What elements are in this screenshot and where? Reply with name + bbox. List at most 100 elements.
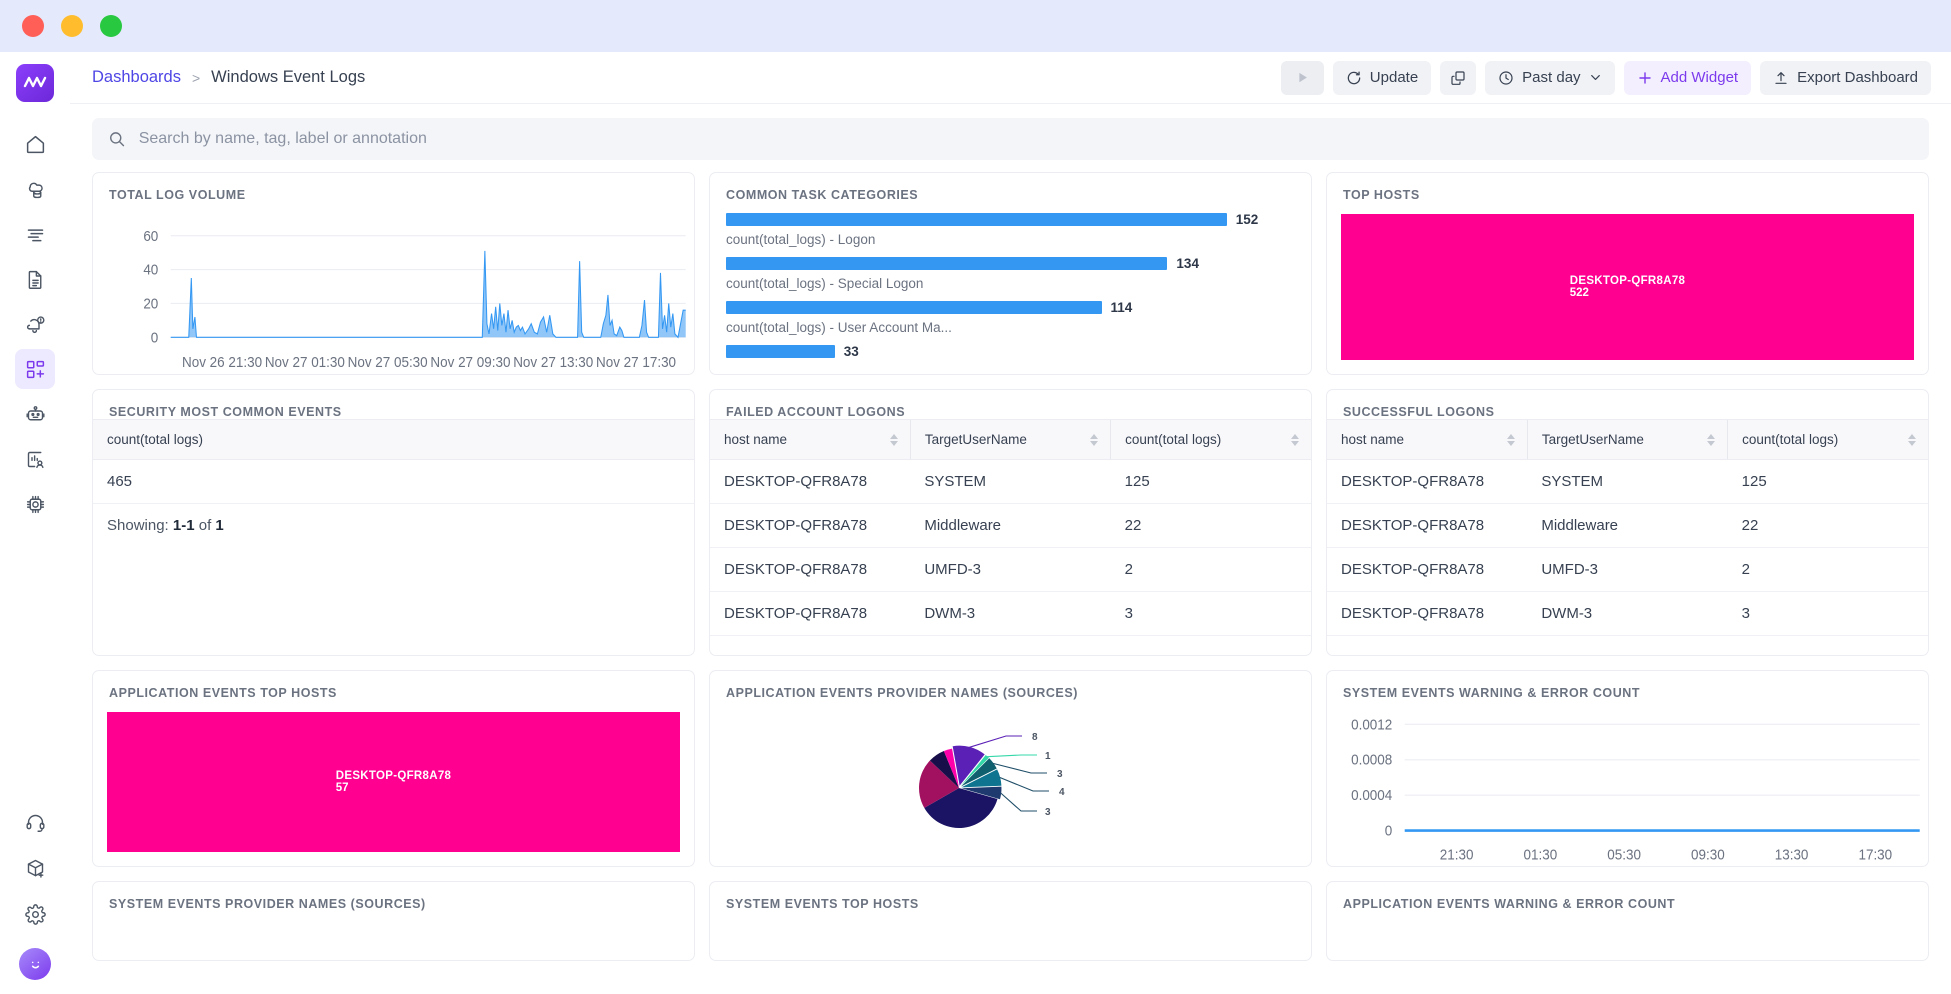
table-cell: DESKTOP-QFR8A78 bbox=[710, 548, 910, 592]
plus-icon bbox=[1637, 70, 1653, 86]
duplicate-dashboard-button[interactable] bbox=[1440, 61, 1476, 95]
widget-chart-area[interactable]: 81343 bbox=[710, 700, 1311, 866]
sidebar-item-exceptions[interactable] bbox=[15, 439, 55, 479]
bar-row[interactable]: 33 bbox=[726, 344, 1295, 358]
sidebar-item-home[interactable] bbox=[15, 124, 55, 164]
breadcrumb-current-page: Windows Event Logs bbox=[211, 68, 365, 87]
bar-row[interactable]: 114count(total_logs) - User Account Ma..… bbox=[726, 300, 1295, 342]
treemap-cell[interactable]: DESKTOP-QFR8A78 57 bbox=[107, 712, 680, 852]
widget-chart-area[interactable]: 00.00040.00080.0012 21:3001:3005:3009:30… bbox=[1327, 700, 1928, 866]
column-header[interactable]: count(total logs) bbox=[1728, 420, 1928, 460]
widget-chart-area[interactable] bbox=[93, 911, 694, 960]
table-row[interactable]: DESKTOP-QFR8A78SYSTEM125 bbox=[1327, 460, 1928, 504]
play-refresh-button[interactable] bbox=[1281, 61, 1324, 95]
sidebar-item-support[interactable] bbox=[15, 802, 55, 842]
main-content: Dashboards > Windows Event Logs Update bbox=[70, 52, 1951, 994]
widget-chart-area[interactable]: DESKTOP-QFR8A78 57 bbox=[93, 700, 694, 866]
widget-application-events-provider-names: Application events provider names (sourc… bbox=[709, 670, 1312, 867]
sidebar-item-logs[interactable] bbox=[15, 259, 55, 299]
sort-indicator-icon[interactable] bbox=[1090, 434, 1098, 446]
chevron-down-icon bbox=[1589, 71, 1602, 84]
widget-chart-area[interactable]: 0204060 Nov 26 21:30Nov 27 01:30Nov 27 0… bbox=[93, 202, 694, 374]
widget-title: System events warning & error count bbox=[1327, 671, 1928, 700]
sort-indicator-icon[interactable] bbox=[1908, 434, 1916, 446]
column-header[interactable]: host name bbox=[1327, 420, 1527, 460]
support-headset-icon bbox=[25, 812, 46, 833]
pie-leader-line bbox=[987, 755, 1037, 757]
sort-indicator-icon[interactable] bbox=[890, 434, 898, 446]
treemap-cell-value: 57 bbox=[336, 782, 349, 794]
sidebar-item-add-integration[interactable] bbox=[15, 848, 55, 888]
sort-indicator-icon[interactable] bbox=[1291, 434, 1299, 446]
widget-chart-area[interactable] bbox=[710, 911, 1311, 960]
table-cell: DWM-3 bbox=[1527, 592, 1727, 636]
bar-fill bbox=[726, 257, 1167, 270]
bar-row[interactable]: 152count(total_logs) - Logon bbox=[726, 212, 1295, 254]
table-cell: 22 bbox=[1111, 504, 1311, 548]
table-row[interactable]: DESKTOP-QFR8A78UMFD-32 bbox=[710, 548, 1311, 592]
table-row[interactable]: DESKTOP-QFR8A78Middleware22 bbox=[710, 504, 1311, 548]
svg-text:Nov 27 05:30: Nov 27 05:30 bbox=[348, 355, 428, 372]
close-window-button[interactable] bbox=[22, 15, 44, 37]
time-range-selector[interactable]: Past day bbox=[1485, 61, 1614, 95]
table-row[interactable]: DESKTOP-QFR8A78Middleware22 bbox=[1327, 504, 1928, 548]
sort-indicator-icon[interactable] bbox=[1507, 434, 1515, 446]
sidebar-item-alerts[interactable] bbox=[15, 304, 55, 344]
table-row[interactable]: DESKTOP-QFR8A78DWM-33 bbox=[1327, 592, 1928, 636]
search-input[interactable] bbox=[139, 130, 1913, 148]
svg-text:01:30: 01:30 bbox=[1524, 846, 1558, 863]
svg-text:0.0004: 0.0004 bbox=[1351, 787, 1392, 804]
svg-text:0.0012: 0.0012 bbox=[1351, 716, 1392, 733]
column-header[interactable]: count(total logs) bbox=[1111, 420, 1311, 460]
failed-logons-table: host nameTargetUserNamecount(total logs)… bbox=[710, 419, 1311, 636]
table-row[interactable]: DESKTOP-QFR8A78UMFD-32 bbox=[1327, 548, 1928, 592]
column-header[interactable]: TargetUserName bbox=[1527, 420, 1727, 460]
column-header-count[interactable]: count(total logs) bbox=[93, 420, 694, 460]
signoz-logo[interactable] bbox=[16, 64, 54, 102]
add-widget-button[interactable]: Add Widget bbox=[1624, 61, 1752, 95]
update-button-label: Update bbox=[1370, 69, 1418, 86]
table-cell: 3 bbox=[1111, 592, 1311, 636]
sidebar-item-traces[interactable] bbox=[15, 214, 55, 254]
table-pagination-status: Showing: 1-1 of 1 bbox=[93, 504, 694, 547]
logs-icon bbox=[25, 269, 46, 290]
sidebar-item-infrastructure[interactable] bbox=[15, 484, 55, 524]
svg-text:Nov 27 09:30: Nov 27 09:30 bbox=[430, 355, 510, 372]
minimize-window-button[interactable] bbox=[61, 15, 83, 37]
sidebar-item-assistant[interactable] bbox=[15, 394, 55, 434]
bar-fill bbox=[726, 345, 835, 358]
export-dashboard-button[interactable]: Export Dashboard bbox=[1760, 61, 1931, 95]
widget-chart-area[interactable] bbox=[1327, 911, 1928, 960]
table-row[interactable]: DESKTOP-QFR8A78DWM-33 bbox=[710, 592, 1311, 636]
showing-range: 1-1 bbox=[173, 517, 195, 534]
sidebar-item-settings[interactable] bbox=[15, 894, 55, 934]
widget-title: Application events provider names (sourc… bbox=[710, 671, 1311, 700]
widget-security-most-common-events: Security most common events count(total … bbox=[92, 389, 695, 656]
services-icon bbox=[25, 179, 46, 200]
widget-chart-area[interactable]: DESKTOP-QFR8A78 522 bbox=[1327, 202, 1928, 374]
table-row[interactable]: DESKTOP-QFR8A78SYSTEM125 bbox=[710, 460, 1311, 504]
table-row[interactable]: 465 bbox=[93, 460, 694, 504]
sidebar-item-services[interactable] bbox=[15, 169, 55, 209]
svg-text:40: 40 bbox=[143, 262, 158, 279]
maximize-window-button[interactable] bbox=[100, 15, 122, 37]
table-cell: 2 bbox=[1111, 548, 1311, 592]
sort-indicator-icon[interactable] bbox=[1707, 434, 1715, 446]
table-cell: DESKTOP-QFR8A78 bbox=[1327, 592, 1527, 636]
svg-text:09:30: 09:30 bbox=[1691, 846, 1725, 863]
treemap: DESKTOP-QFR8A78 522 bbox=[1327, 202, 1928, 374]
column-header[interactable]: host name bbox=[710, 420, 910, 460]
column-header[interactable]: TargetUserName bbox=[910, 420, 1110, 460]
infrastructure-icon bbox=[25, 494, 46, 515]
breadcrumb-dashboards-link[interactable]: Dashboards bbox=[92, 68, 181, 87]
search-bar[interactable] bbox=[92, 118, 1929, 160]
update-button[interactable]: Update bbox=[1333, 61, 1431, 95]
svg-text:0.0008: 0.0008 bbox=[1351, 751, 1392, 768]
exceptions-icon bbox=[25, 449, 46, 470]
bar-row[interactable]: 134count(total_logs) - Special Logon bbox=[726, 256, 1295, 298]
treemap-cell[interactable]: DESKTOP-QFR8A78 522 bbox=[1341, 214, 1914, 360]
widget-chart-area[interactable]: 152count(total_logs) - Logon134count(tot… bbox=[710, 202, 1311, 374]
sidebar-item-dashboards[interactable] bbox=[15, 349, 55, 389]
user-avatar[interactable] bbox=[19, 948, 51, 980]
table-cell: UMFD-3 bbox=[910, 548, 1110, 592]
